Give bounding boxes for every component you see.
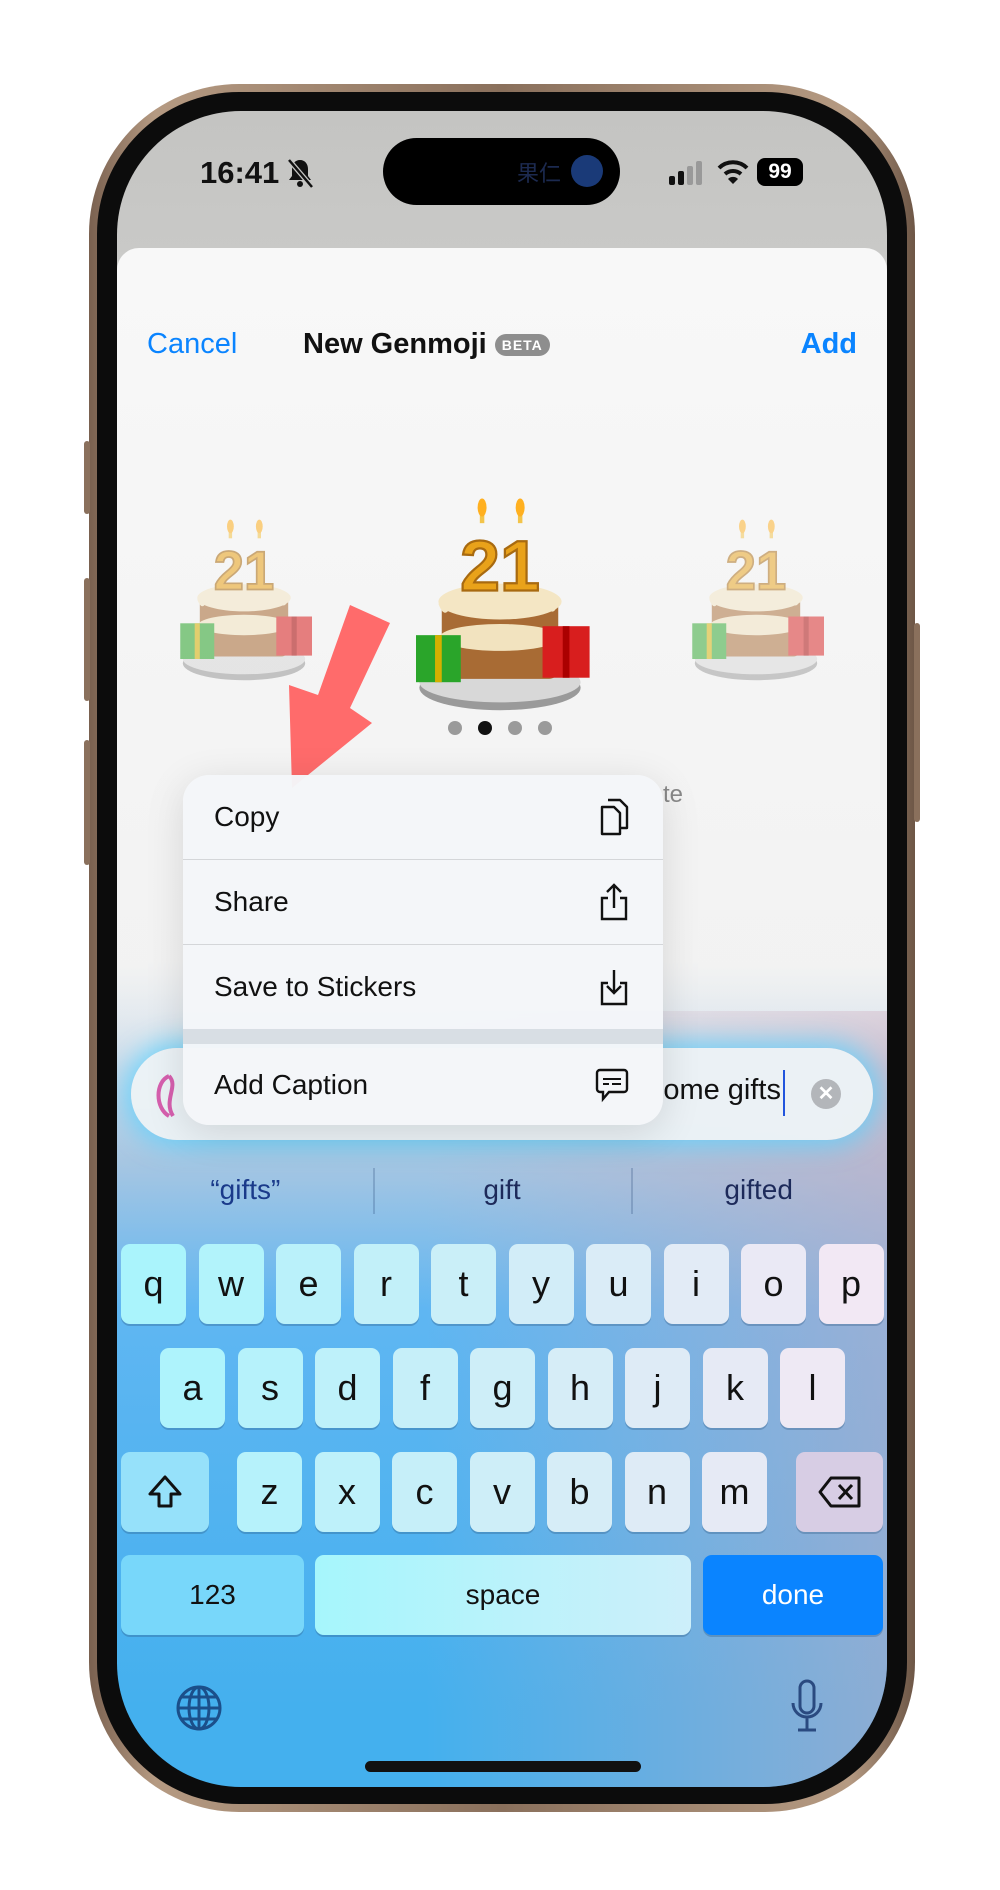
save-sticker-icon [600,970,628,1006]
key-label: x [338,1471,356,1512]
menu-item-label: Copy [214,801,280,832]
key-d[interactable]: d [315,1348,380,1428]
key-l[interactable]: l [780,1348,845,1428]
key-label: n [646,1471,668,1512]
key-label: c [415,1471,434,1512]
caption-icon [595,1068,629,1102]
key-k[interactable]: k [702,1348,768,1428]
key-label: h [569,1367,591,1408]
key-label: a [182,1367,203,1408]
key-q[interactable]: q [121,1244,186,1324]
suggestion-2[interactable]: gifted [630,1174,887,1206]
key-label: p [840,1263,862,1304]
backspace-icon [818,1476,860,1508]
key-label: r [380,1263,392,1304]
key-label: z [260,1471,279,1512]
context-menu: Copy Share Save to Stickers Add Caption [183,775,663,1125]
key-n[interactable]: n [624,1452,690,1532]
globe-icon[interactable] [175,1684,223,1732]
suggestion-0[interactable]: “gifts” [117,1174,374,1206]
key-label: i [692,1263,700,1304]
key-label: g [492,1367,513,1408]
microphone-icon[interactable] [789,1679,825,1735]
side-button [914,623,920,822]
key-label: done [761,1579,825,1610]
volume-down-button [84,740,90,865]
key-w[interactable]: w [198,1244,264,1324]
key-s[interactable]: s [237,1348,303,1428]
key-e[interactable]: e [276,1244,341,1324]
menu-item-add-caption[interactable]: Add Caption [183,1044,663,1125]
share-icon [600,883,628,921]
key-p[interactable]: p [818,1244,884,1324]
key-y[interactable]: y [508,1244,574,1324]
key-j[interactable]: j [625,1348,690,1428]
divider [631,1168,633,1214]
key-label: f [419,1367,430,1408]
key-label: l [808,1367,817,1408]
key-b[interactable]: b [547,1452,612,1532]
numbers-key[interactable]: 123 [121,1555,304,1635]
key-h[interactable]: h [547,1348,613,1428]
key-c[interactable]: c [392,1452,457,1532]
key-g[interactable]: g [470,1348,535,1428]
menu-item-share[interactable]: Share [183,860,663,944]
action-button [84,441,90,514]
key-o[interactable]: o [741,1244,806,1324]
volume-up-button [84,578,90,701]
menu-item-label: Share [214,886,289,917]
key-x[interactable]: x [314,1452,380,1532]
home-indicator[interactable] [365,1761,641,1772]
key-label: o [763,1263,784,1304]
copy-icon [600,798,629,836]
key-label: u [608,1263,629,1304]
key-label: q [143,1263,164,1304]
key-f[interactable]: f [392,1348,458,1428]
menu-item-copy[interactable]: Copy [183,775,663,859]
key-label: j [653,1367,662,1408]
key-label: e [298,1263,319,1304]
key-r[interactable]: r [353,1244,419,1324]
key-label: w [218,1263,244,1304]
key-label: d [337,1367,358,1408]
menu-item-label: Add Caption [214,1068,369,1100]
done-key[interactable]: done [703,1555,883,1635]
key-u[interactable]: u [586,1244,651,1324]
key-label: s [261,1367,279,1408]
delete-key[interactable] [796,1452,883,1532]
key-label: m [719,1471,750,1512]
key-v[interactable]: v [469,1452,535,1532]
key-label: v [493,1471,511,1512]
key-m[interactable]: m [702,1452,767,1532]
key-label: space [465,1579,541,1610]
divider [373,1168,375,1214]
key-label: t [458,1263,469,1304]
key-a[interactable]: a [160,1348,225,1428]
menu-item-label: Save to Stickers [214,971,417,1002]
key-t[interactable]: t [431,1244,496,1324]
suggestion-bar: “gifts” gift gifted [117,1168,887,1214]
key-label: 123 [189,1579,236,1610]
screen: 16:41 果仁 99 Cancel New Genmoji BETA Add … [117,111,887,1787]
space-key[interactable]: space [315,1555,691,1635]
key-label: y [532,1263,550,1304]
key-label: k [726,1367,744,1408]
menu-item-save-to-stickers[interactable]: Save to Stickers [183,945,663,1029]
suggestion-1[interactable]: gift [374,1174,631,1206]
key-i[interactable]: i [663,1244,729,1324]
key-label: b [569,1471,590,1512]
menu-group-separator [183,1029,663,1044]
key-z[interactable]: z [237,1452,302,1532]
shift-icon [148,1475,182,1508]
shift-key[interactable] [121,1452,209,1532]
